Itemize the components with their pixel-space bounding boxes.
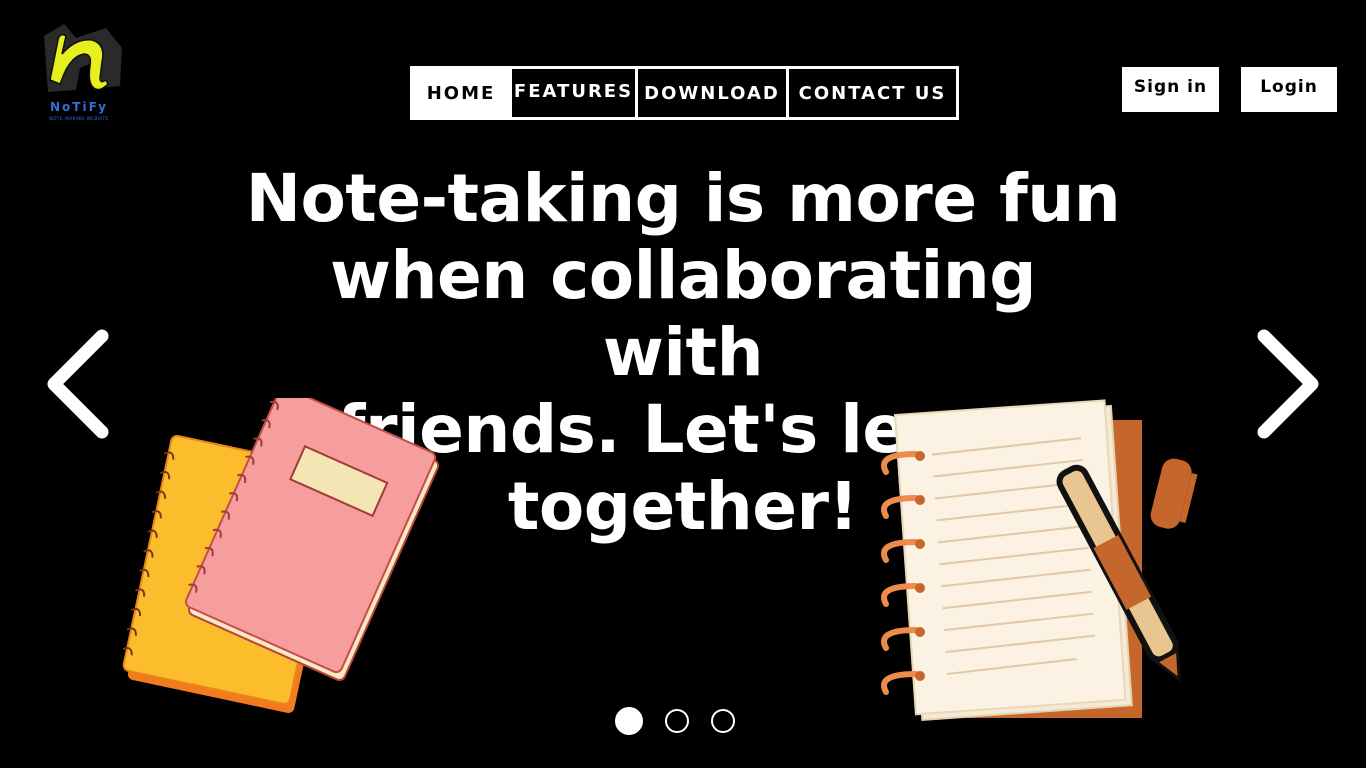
carousel-dot-2[interactable]	[665, 709, 689, 733]
hero-line-4: together!	[507, 468, 859, 545]
chevron-left-icon	[47, 329, 109, 439]
carousel-prev-button[interactable]	[42, 328, 112, 440]
carousel-dot-3[interactable]	[711, 709, 735, 733]
nav-item-home[interactable]: HOME	[413, 69, 509, 117]
notebooks-illustration	[110, 386, 440, 732]
brand-logo[interactable]: NoTiFy NOTE-MAKING WEBSITE	[36, 18, 126, 126]
logo-mark-icon	[44, 24, 122, 92]
login-button[interactable]: Login	[1241, 67, 1337, 112]
nav-item-contact-us[interactable]: CONTACT US	[786, 69, 956, 117]
chevron-right-icon	[1257, 329, 1319, 439]
carousel-next-button[interactable]	[1254, 328, 1324, 440]
notepad-pen-illustration	[870, 398, 1200, 732]
sign-in-button[interactable]: Sign in	[1122, 67, 1219, 112]
logo-tagline: NOTE-MAKING WEBSITE	[49, 117, 109, 122]
nav-item-download[interactable]: DOWNLOAD	[635, 69, 786, 117]
carousel-indicators	[615, 707, 735, 735]
logo-name: NoTiFy	[50, 100, 108, 114]
main-nav: HOME FEATURES DOWNLOAD CONTACT US	[410, 66, 959, 120]
nav-item-features[interactable]: FEATURES	[509, 69, 635, 117]
carousel-dot-1[interactable]	[615, 707, 643, 735]
hero-line-1: Note-taking is more fun	[245, 160, 1121, 237]
hero-line-2: when collaborating with	[329, 237, 1037, 391]
